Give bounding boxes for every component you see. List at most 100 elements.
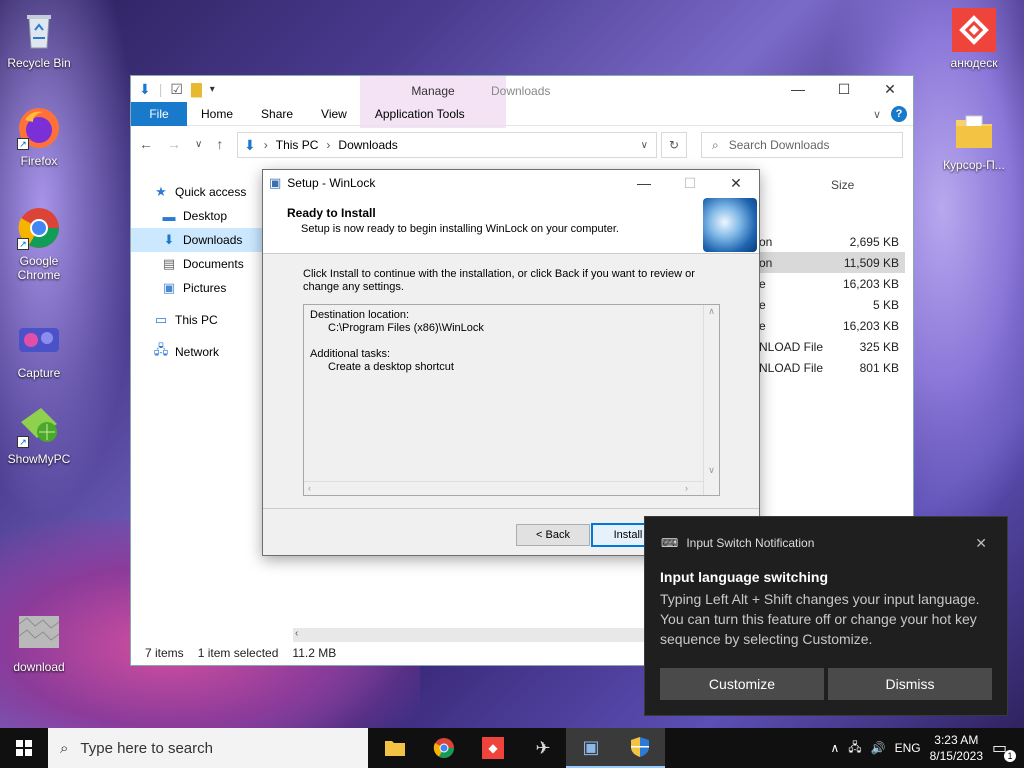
setup-titlebar[interactable]: ▣ Setup - WinLock — ☐ ✕ — [263, 170, 759, 196]
table-row[interactable]: e5 KB — [753, 294, 905, 315]
taskbar-anydesk[interactable]: ◆ — [468, 728, 518, 768]
manage-tab[interactable]: Manage — [360, 84, 506, 98]
desktop-icon-download[interactable]: download — [3, 612, 75, 674]
address-dropdown-icon[interactable]: ∨ — [641, 140, 648, 151]
tab-home[interactable]: Home — [187, 102, 247, 126]
scroll-left-icon[interactable]: ‹ — [308, 483, 311, 493]
table-row[interactable]: NLOAD File 325 KB — [753, 336, 905, 357]
desktop-icon-anydesk[interactable]: анюдеск — [938, 8, 1010, 70]
refresh-button[interactable]: ↻ — [661, 132, 687, 158]
installer-icon: ▣ — [582, 736, 600, 757]
table-row[interactable]: e 16,203 KB — [753, 273, 905, 294]
tab-share[interactable]: Share — [247, 102, 307, 126]
download-arrow-icon: ⬇ — [139, 80, 151, 97]
network-icon[interactable]: 🖧 — [848, 738, 861, 759]
taskbar-chrome[interactable] — [419, 728, 469, 768]
windows-logo-icon — [16, 740, 32, 756]
properties-icon[interactable]: ☑ — [170, 81, 183, 98]
taskbar-app[interactable]: ✈ — [518, 728, 568, 768]
desktop-icon-label: ShowMyPC — [7, 452, 71, 466]
help-icon[interactable]: ? — [891, 106, 907, 122]
item-count: 7 items — [145, 646, 184, 660]
minimize-button[interactable]: — — [621, 170, 667, 196]
desktop-icon-recycle-bin[interactable]: Recycle Bin — [3, 8, 75, 70]
clock-date: 8/15/2023 — [929, 749, 983, 763]
scroll-left-icon[interactable]: ‹ — [295, 628, 298, 639]
back-arrow-icon[interactable]: ← — [139, 136, 153, 152]
input-language[interactable]: ENG — [895, 741, 921, 755]
desktop-icon-firefox[interactable]: ↗ Firefox — [3, 106, 75, 168]
forward-arrow-icon[interactable]: → — [167, 136, 181, 152]
dismiss-button[interactable]: Dismiss — [828, 668, 992, 700]
start-button[interactable] — [0, 728, 48, 768]
taskbar-uac-shield[interactable] — [615, 728, 665, 768]
setup-header: Ready to Install Setup is now ready to b… — [263, 196, 759, 254]
clock[interactable]: 3:23 AM 8/15/2023 — [930, 732, 983, 764]
destination-value: C:\Program Files (x86)\WinLock — [328, 322, 484, 334]
destination-label: Destination location: — [310, 309, 410, 321]
up-arrow-icon[interactable]: ↑ — [216, 136, 223, 152]
tab-view[interactable]: View — [307, 102, 361, 126]
vertical-scrollbar[interactable]: ∧ ∨ — [703, 305, 719, 495]
expand-ribbon-icon[interactable]: ∨ — [873, 108, 881, 121]
table-row[interactable]: on 2,695 KB — [753, 231, 905, 252]
star-icon: ★ — [155, 184, 167, 199]
table-row[interactable]: e 16,203 KB — [753, 315, 905, 336]
globe-icon — [703, 198, 757, 252]
desktop-icon-chrome[interactable]: ↗ Google Chrome — [3, 206, 75, 282]
table-row[interactable]: on 11,509 KB — [753, 252, 905, 273]
tab-application-tools[interactable]: Application Tools — [361, 102, 479, 126]
scroll-right-icon[interactable]: › — [685, 482, 688, 495]
folder-icon — [952, 110, 996, 154]
horizontal-scrollbar[interactable]: ‹ — [293, 628, 653, 642]
quick-access-toolbar: ⬇ | ☑ ▇ ▾ — [139, 80, 215, 98]
breadcrumb-separator-icon: › — [263, 138, 268, 152]
clock-time: 3:23 AM — [934, 733, 979, 747]
minimize-button[interactable]: — — [775, 76, 821, 102]
image-file-icon — [17, 612, 61, 656]
scroll-down-icon[interactable]: ∨ — [704, 464, 719, 477]
customize-toolbar-icon[interactable]: ▾ — [210, 84, 215, 95]
address-field[interactable]: ⬇ › This PC › Downloads ∨ — [237, 132, 657, 158]
volume-icon[interactable]: 🔊 — [871, 741, 886, 755]
chevron-up-icon[interactable]: ∧ — [830, 741, 839, 755]
column-header-size[interactable]: Size — [831, 178, 854, 192]
setup-dialog[interactable]: ▣ Setup - WinLock — ☐ ✕ Ready to Install… — [262, 169, 760, 556]
page-title: Ready to Install — [287, 206, 376, 220]
tab-file[interactable]: File — [131, 101, 187, 126]
shortcut-arrow-icon: ↗ — [17, 238, 29, 250]
search-input[interactable]: ⌕ Search Downloads — [701, 132, 903, 158]
close-button[interactable]: ✕ — [867, 76, 913, 102]
customize-button[interactable]: Customize — [660, 668, 824, 700]
breadcrumb-this-pc[interactable]: This PC — [276, 138, 319, 152]
scroll-up-icon[interactable]: ∧ — [704, 305, 719, 318]
page-subtitle: Setup is now ready to begin installing W… — [301, 223, 619, 235]
breadcrumb-separator-icon: › — [326, 138, 331, 152]
recycle-bin-icon — [17, 8, 61, 52]
desktop-icon-capture[interactable]: Capture — [3, 318, 75, 380]
desktop-icon-showmypc[interactable]: ↗ ShowMyPC — [3, 404, 75, 466]
firefox-icon: ↗ — [17, 106, 61, 150]
close-button[interactable]: ✕ — [713, 170, 759, 196]
recent-locations-icon[interactable]: ∨ — [195, 139, 202, 150]
maximize-button[interactable]: ☐ — [821, 76, 867, 102]
taskbar: ⌕ Type here to search ◆ ✈ ▣ ∧ 🖧 🔊 ENG 3:… — [0, 728, 1024, 768]
notification-body: Typing Left Alt + Shift changes your inp… — [660, 591, 980, 647]
desktop-icon-folder[interactable]: Курсор-П... — [938, 110, 1010, 172]
taskbar-search-input[interactable]: ⌕ Type here to search — [48, 728, 368, 768]
horizontal-scrollbar[interactable]: ‹ › — [304, 481, 704, 495]
back-button[interactable]: < Back — [516, 524, 590, 546]
summary-memo[interactable]: Destination location: C:\Program Files (… — [303, 304, 720, 496]
status-bar: 7 items 1 item selected 11.2 MB — [131, 641, 651, 665]
shield-icon — [631, 737, 649, 757]
ribbon-tabs: File Home Share View Application Tools ∨… — [131, 101, 913, 126]
taskbar-setup[interactable]: ▣ — [566, 728, 616, 768]
input-switch-notification[interactable]: ⌨ Input Switch Notification ✕ Input lang… — [644, 516, 1008, 716]
action-center-icon[interactable]: ▭ 1 — [992, 738, 1016, 762]
new-folder-icon[interactable]: ▇ — [191, 81, 202, 98]
breadcrumb-downloads[interactable]: Downloads — [338, 138, 397, 152]
taskbar-file-explorer[interactable] — [370, 728, 420, 768]
table-row[interactable]: NLOAD File 801 KB — [753, 357, 905, 378]
close-icon[interactable]: ✕ — [975, 535, 987, 552]
explorer-titlebar[interactable]: ⬇ | ☑ ▇ ▾ Manage Downloads — ☐ ✕ — [131, 76, 913, 102]
